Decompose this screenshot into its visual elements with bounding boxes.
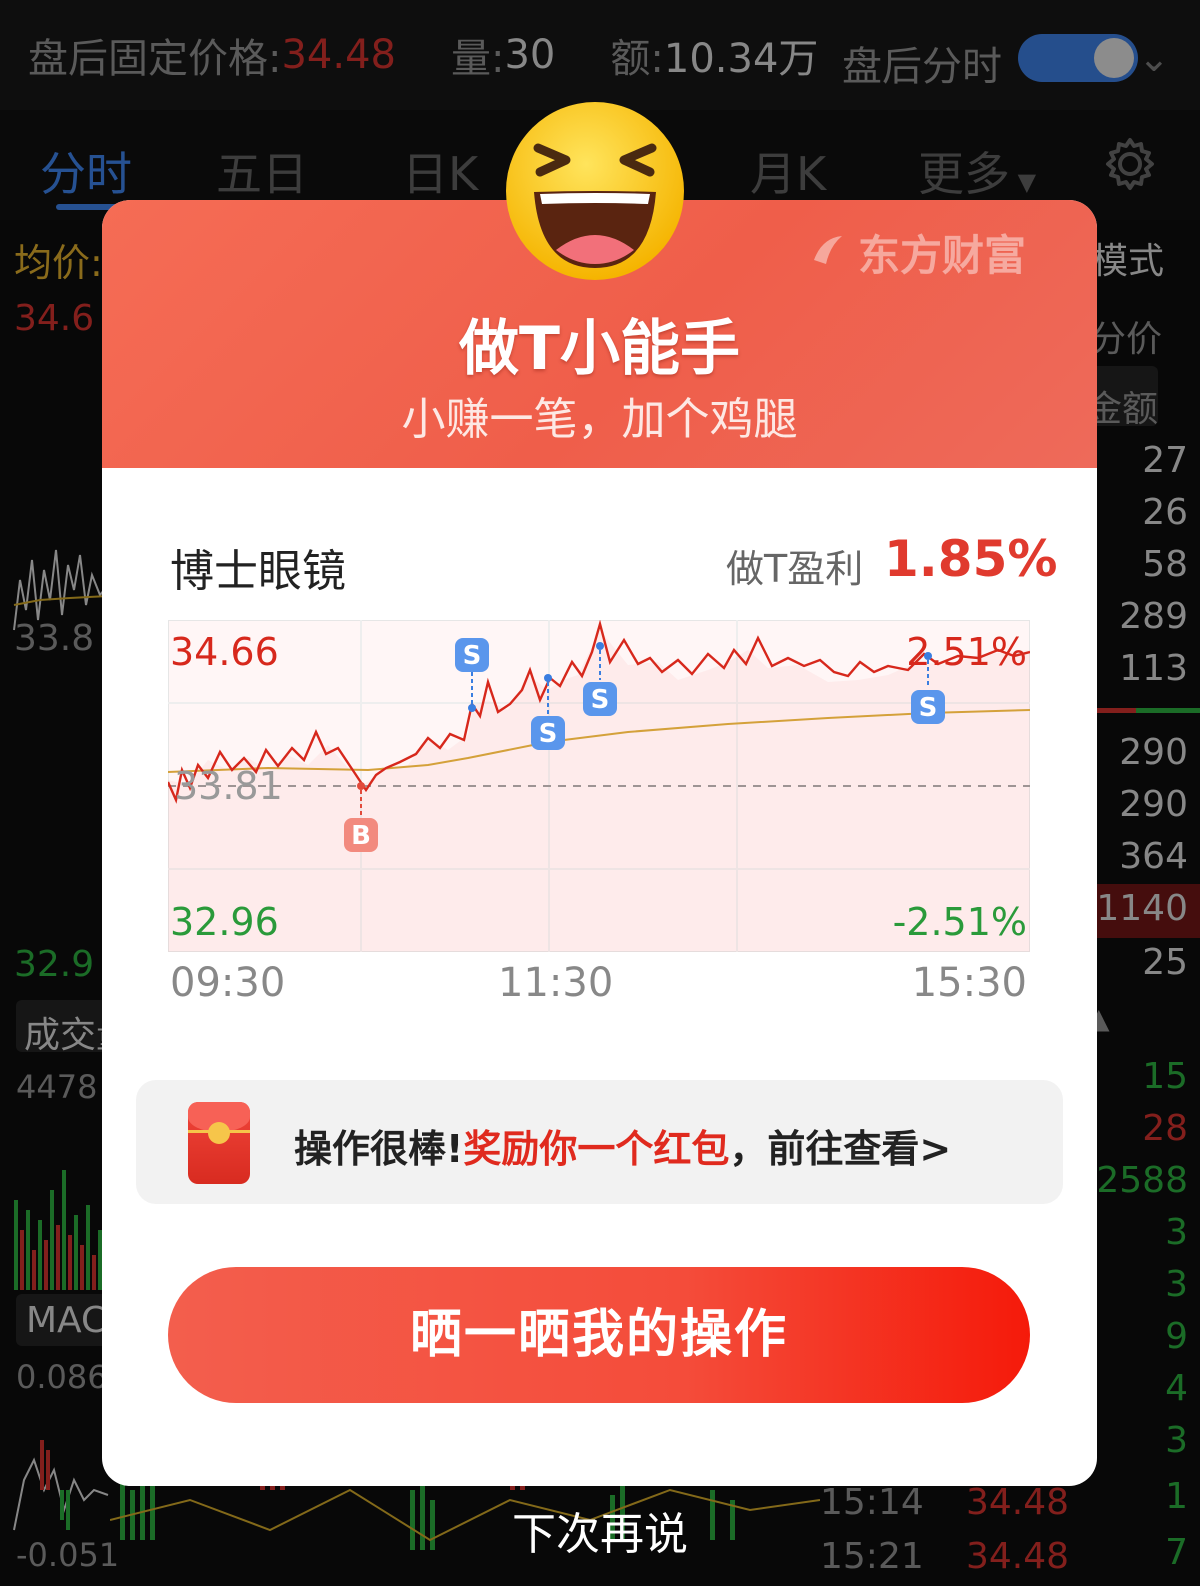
reward-banner[interactable]: 操作很棒!奖励你一个红包，前往查看> (136, 1080, 1063, 1204)
chart-min-pct: -2.51% (892, 900, 1027, 944)
reward-highlight: 奖励你一个红包 (463, 1127, 730, 1171)
chart-max-price: 34.66 (170, 630, 279, 674)
svg-text:S: S (463, 641, 482, 671)
svg-text:S: S (919, 693, 938, 723)
brand-logo-icon (814, 236, 842, 264)
later-button[interactable]: 下次再说 (0, 1498, 1200, 1562)
chart-ref-price: 33.81 (174, 764, 283, 808)
red-envelope-icon (188, 1102, 250, 1184)
chart-time-mid: 11:30 (498, 960, 614, 1006)
reward-link[interactable]: ，前往查看> (729, 1127, 951, 1171)
reward-prefix: 操作很棒! (294, 1127, 464, 1171)
chart-time-end: 15:30 (911, 960, 1027, 1006)
trade-result-modal: 东方财富 做T小能手 小赚一笔，加个鸡腿 博士眼镜 做T盈利 1.85% B S… (102, 200, 1097, 1486)
brand-watermark: 东方财富 (858, 231, 1027, 280)
reward-text: 操作很棒!奖励你一个红包，前往查看> (294, 1118, 951, 1173)
profit-value: 1.85% (884, 530, 1058, 588)
chart-max-pct: 2.51% (906, 630, 1027, 674)
modal-title: 做T小能手 (459, 314, 740, 384)
share-operation-button[interactable]: 晒一晒我的操作 (168, 1267, 1030, 1403)
app-root: 盘后固定价格: 34.48 量: 30 额: 10.34万 盘后分时 ⌄ 分时 … (0, 0, 1200, 1586)
modal-subtitle: 小赚一笔，加个鸡腿 (401, 394, 798, 445)
svg-text:B: B (351, 821, 371, 851)
svg-text:S: S (591, 685, 610, 715)
profit-label: 做T盈利 (726, 547, 864, 591)
chart-min-price: 32.96 (170, 900, 279, 944)
stock-name: 博士眼镜 (170, 546, 346, 597)
svg-text:S: S (539, 719, 558, 749)
chart-time-start: 09:30 (170, 960, 286, 1006)
laughing-emoji-icon (506, 102, 684, 280)
